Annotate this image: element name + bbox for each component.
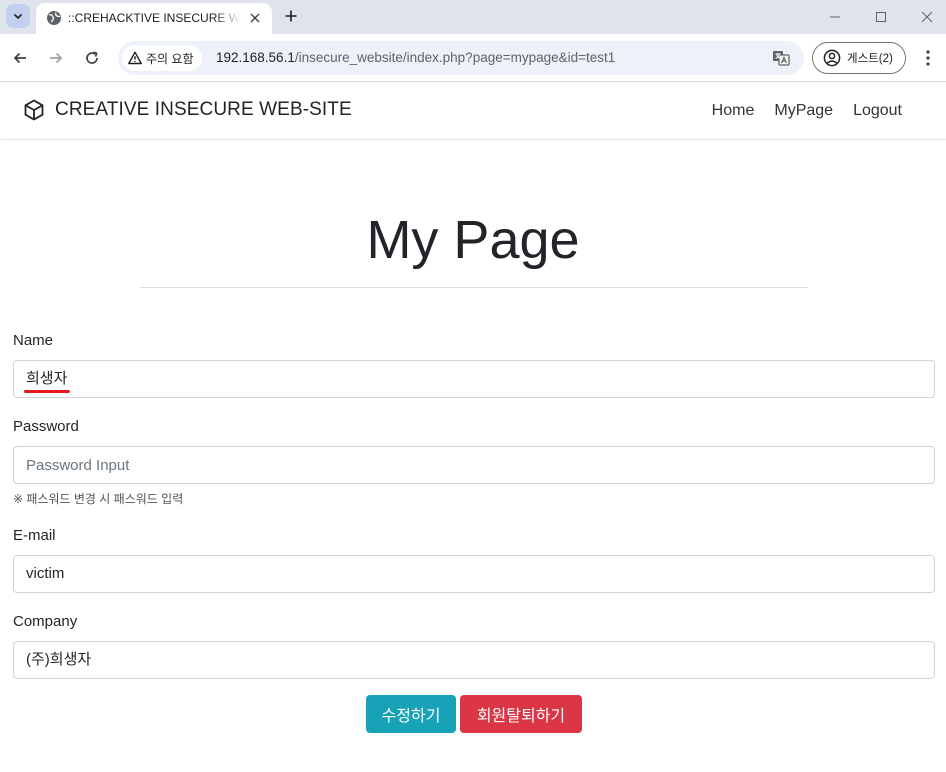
url-path: /insecure_website/index.php?page=mypage&… bbox=[294, 50, 616, 65]
red-underline-annotation bbox=[24, 390, 71, 393]
minimize-button[interactable] bbox=[812, 0, 858, 34]
nav-links: Home MyPage Logout bbox=[712, 102, 902, 120]
password-help-text: ※ 패스워드 변경 시 패스워드 입력 bbox=[13, 492, 184, 506]
profile-icon bbox=[823, 49, 841, 67]
page-title: My Page bbox=[366, 210, 580, 270]
url-host: 192.168.56.1 bbox=[216, 50, 295, 65]
translate-button[interactable] bbox=[772, 49, 790, 72]
globe-icon bbox=[47, 11, 61, 25]
close-icon bbox=[250, 13, 260, 23]
url-text[interactable]: 192.168.56.1/insecure_website/index.php?… bbox=[216, 50, 615, 65]
browser-tab-bar: ::CREHACKTIVE INSECURE WEBSITE bbox=[0, 0, 946, 34]
window-close-button[interactable] bbox=[904, 0, 946, 34]
profile-button[interactable]: 게스트(2) bbox=[812, 42, 906, 74]
browser-toolbar: 주의 요함 192.168.56.1/insecure_website/inde… bbox=[0, 34, 946, 82]
kebab-menu-icon bbox=[926, 50, 930, 66]
nav-mypage[interactable]: MyPage bbox=[774, 102, 833, 120]
tab-list-icon bbox=[13, 13, 23, 20]
plus-icon bbox=[285, 10, 297, 22]
back-arrow-icon bbox=[13, 52, 26, 64]
name-label: Name bbox=[13, 332, 54, 349]
nav-home[interactable]: Home bbox=[712, 102, 755, 120]
reload-button[interactable] bbox=[80, 46, 104, 70]
name-value-wrap: 희생자 bbox=[24, 361, 71, 397]
browser-menu-button[interactable] bbox=[918, 46, 938, 70]
tab-list-button[interactable] bbox=[6, 4, 30, 28]
company-input[interactable]: (주)희생자 bbox=[13, 641, 935, 679]
back-button[interactable] bbox=[8, 46, 32, 70]
minimize-icon bbox=[830, 16, 840, 18]
password-input[interactable] bbox=[13, 446, 935, 484]
company-value: (주)희생자 bbox=[26, 651, 92, 668]
address-bar[interactable]: 주의 요함 192.168.56.1/insecure_website/inde… bbox=[118, 41, 804, 75]
security-chip[interactable]: 주의 요함 bbox=[122, 45, 202, 71]
tab-close-button[interactable] bbox=[246, 9, 264, 27]
forward-arrow-icon bbox=[50, 52, 63, 64]
email-label: E-mail bbox=[13, 527, 56, 544]
brand-text: CREATIVE INSECURE WEB-SITE bbox=[55, 99, 352, 120]
reload-icon bbox=[86, 51, 98, 64]
warning-icon bbox=[128, 51, 142, 65]
security-label: 주의 요함 bbox=[146, 51, 194, 66]
maximize-button[interactable] bbox=[858, 0, 904, 34]
active-tab[interactable]: ::CREHACKTIVE INSECURE WEBSITE bbox=[36, 3, 272, 34]
password-label: Password bbox=[13, 418, 79, 435]
site-brand[interactable]: CREATIVE INSECURE WEB-SITE bbox=[23, 99, 352, 121]
name-value: 희생자 bbox=[26, 370, 68, 387]
translate-icon bbox=[773, 51, 790, 66]
cube-icon bbox=[24, 99, 44, 121]
profile-label: 게스트(2) bbox=[847, 53, 893, 65]
name-input[interactable]: 희생자 bbox=[13, 360, 935, 398]
edit-button[interactable]: 수정하기 bbox=[366, 695, 456, 733]
nav-logout[interactable]: Logout bbox=[853, 102, 902, 120]
tab-title: ::CREHACKTIVE INSECURE WEBSITE bbox=[68, 11, 240, 25]
forward-button[interactable] bbox=[44, 46, 68, 70]
window-close-icon bbox=[921, 11, 933, 23]
maximize-icon bbox=[876, 12, 886, 22]
withdraw-button[interactable]: 회원탈퇴하기 bbox=[460, 695, 582, 733]
title-divider bbox=[140, 287, 808, 288]
new-tab-button[interactable] bbox=[280, 5, 302, 27]
company-label: Company bbox=[13, 613, 78, 630]
email-value: victim bbox=[26, 565, 65, 582]
site-navbar: CREATIVE INSECURE WEB-SITE Home MyPage L… bbox=[0, 83, 946, 140]
email-input[interactable]: victim bbox=[13, 555, 935, 593]
